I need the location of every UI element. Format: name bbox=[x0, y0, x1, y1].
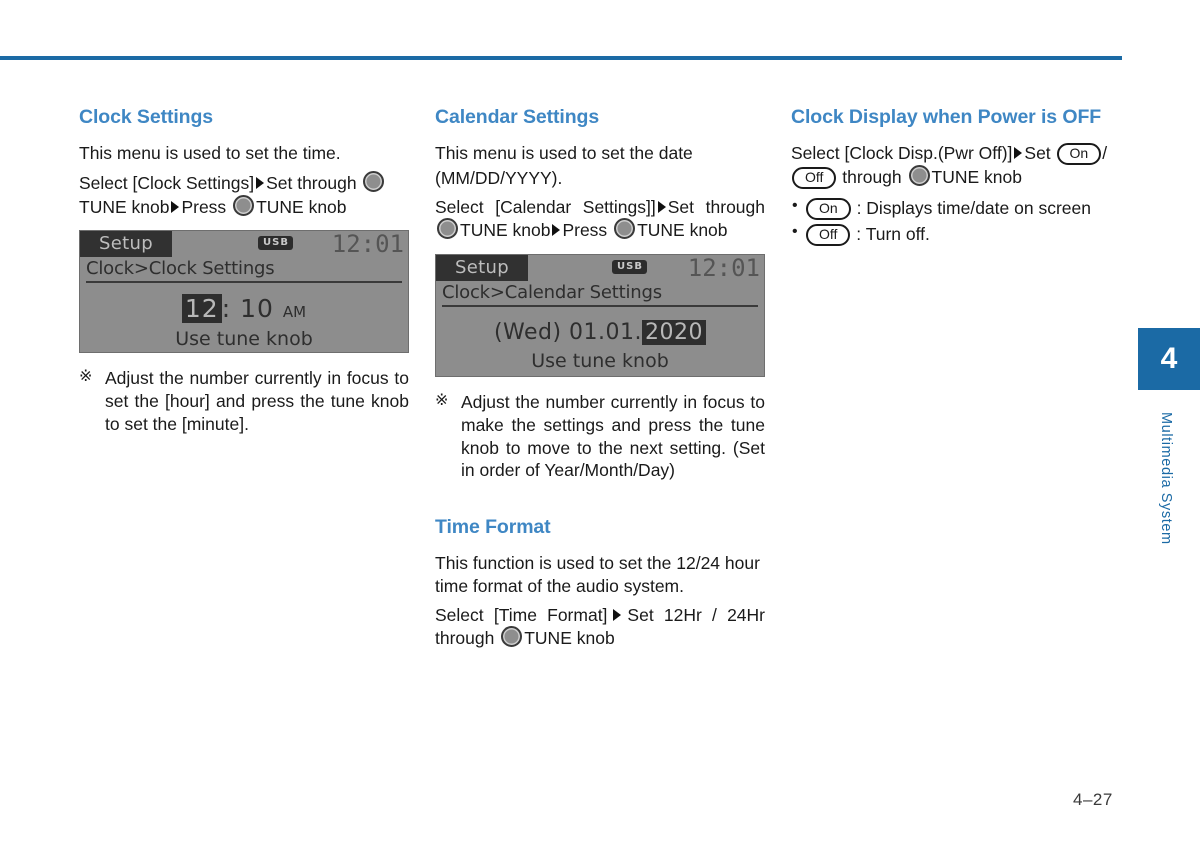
lcd-screenshot-clock-settings: Setup USB 12:01 Clock>Clock Settings 12:… bbox=[79, 230, 409, 354]
off-pill-button[interactable]: Off bbox=[792, 167, 837, 189]
chapter-label: Multimedia System bbox=[1158, 412, 1174, 545]
instruction-set: Set bbox=[1024, 143, 1051, 163]
lcd-hint: Use tune knob bbox=[531, 350, 669, 372]
tune-knob-icon bbox=[501, 626, 523, 648]
page-title-time-format: Time Format bbox=[435, 516, 551, 538]
instruction-select-text: Select [Clock Disp.(Pwr Off)] bbox=[791, 143, 1013, 163]
lcd-minute: 10 bbox=[240, 294, 274, 324]
on-pill-button[interactable]: On bbox=[1056, 143, 1102, 165]
lcd-ampm: AM bbox=[282, 303, 307, 322]
instruction-through: through bbox=[842, 167, 902, 187]
tune-knob-icon bbox=[614, 218, 636, 240]
instruction-tune-knob-2: TUNE knob bbox=[256, 196, 347, 217]
usb-badge-icon: USB bbox=[612, 260, 647, 274]
lcd-top-bar: Setup USB 12:01 bbox=[436, 254, 764, 282]
instruction-tune-knob: TUNE knob bbox=[524, 628, 615, 649]
note-mark-icon: ※ bbox=[79, 368, 93, 386]
calendar-settings-intro-line2: (MM/DD/YYYY). bbox=[435, 167, 563, 188]
tune-knob-icon bbox=[437, 218, 458, 240]
column-clock-display-power-off: Clock Display when Power is OFF Select [… bbox=[791, 106, 1121, 248]
lcd-breadcrumb: Clock>Clock Settings bbox=[86, 258, 275, 280]
clock-settings-intro: This menu is used to set the time. bbox=[79, 143, 341, 163]
note-mark-icon: ※ bbox=[435, 392, 449, 409]
lcd-setup-label: Setup bbox=[436, 255, 528, 281]
chapter-tab: 4 Multimedia System bbox=[1138, 328, 1200, 545]
pill-separator: / bbox=[1102, 143, 1108, 163]
page-columns: Clock Settings This menu is used to set … bbox=[0, 106, 1200, 806]
column-clock-settings: Clock Settings This menu is used to set … bbox=[79, 106, 409, 436]
page-title-clock-display-power-off: Clock Display when Power is OFF bbox=[791, 106, 1102, 128]
column-calendar-settings: Calendar Settings This menu is used to s… bbox=[435, 106, 765, 656]
lcd-breadcrumb: Clock>Calendar Settings bbox=[442, 282, 662, 303]
instruction-tune-knob: TUNE knob bbox=[931, 167, 1022, 187]
list-item: Off : Turn off. bbox=[791, 220, 1121, 247]
arrow-icon bbox=[613, 608, 622, 621]
lcd-date-prefix: (Wed) 01.01. bbox=[493, 320, 643, 345]
lcd-hour-highlighted: 12 bbox=[181, 294, 222, 324]
arrow-icon bbox=[1014, 147, 1023, 159]
instruction-tune-knob-2: TUNE knob bbox=[637, 220, 728, 241]
arrow-icon bbox=[657, 200, 666, 213]
header-rule bbox=[0, 56, 1122, 60]
lcd-time-value: 12: 10 AM bbox=[80, 294, 408, 324]
arrow-icon bbox=[256, 176, 265, 189]
lcd-screenshot-calendar-settings: Setup USB 12:01 Clock>Calendar Settings … bbox=[435, 254, 765, 377]
lcd-divider bbox=[442, 305, 758, 307]
arrow-icon bbox=[552, 224, 561, 237]
arrow-icon bbox=[171, 200, 180, 213]
tune-knob-icon bbox=[233, 194, 255, 216]
page-title-calendar-settings: Calendar Settings bbox=[435, 106, 600, 128]
instruction-select-text: Select [Calendar Settings]] bbox=[435, 196, 656, 217]
lcd-hint: Use tune knob bbox=[175, 328, 313, 351]
time-format-instruction: Select [Time Format] Set 12Hr / 24Hr thro… bbox=[435, 604, 765, 651]
lcd-date-value: (Wed) 01.01. 2020 bbox=[436, 320, 764, 345]
note-text: Adjust the number currently in focus to … bbox=[105, 368, 409, 434]
page-number: 4–27 bbox=[1073, 790, 1113, 809]
option-description: : Displays time/date on screen bbox=[856, 198, 1091, 218]
instruction-tune-knob-1: TUNE knob bbox=[79, 196, 170, 217]
lcd-year-highlighted: 2020 bbox=[642, 320, 707, 345]
instruction-select-text: Select [Time Format] bbox=[435, 604, 608, 625]
clock-display-options-list: On : Displays time/date on screen Off : … bbox=[791, 194, 1121, 248]
calendar-settings-instruction: Select [Calendar Settings]] Set through T… bbox=[435, 196, 765, 243]
chapter-number: 4 bbox=[1138, 328, 1200, 390]
list-item: On : Displays time/date on screen bbox=[791, 194, 1121, 221]
instruction-set-through: Set through bbox=[266, 172, 357, 193]
clock-display-instruction: Select [Clock Disp.(Pwr Off)] Set On / Off… bbox=[791, 142, 1121, 189]
clock-settings-instruction: Select [Clock Settings] Set through TUNE … bbox=[79, 170, 409, 219]
tune-knob-icon bbox=[908, 165, 930, 186]
page-title-clock-settings: Clock Settings bbox=[79, 106, 214, 128]
lcd-clock: 12:01 bbox=[331, 230, 404, 259]
instruction-set-through: Set through bbox=[667, 196, 766, 217]
calendar-settings-note: ※ Adjust the number currently in focus to… bbox=[435, 391, 765, 482]
clock-settings-note: ※ Adjust the number currently in focus to… bbox=[79, 367, 409, 435]
instruction-select-text: Select [Clock Settings] bbox=[79, 172, 255, 193]
time-format-intro: This function is used to set the 12/24 h… bbox=[435, 553, 760, 596]
lcd-top-bar: Setup USB 12:01 bbox=[80, 230, 408, 259]
calendar-settings-intro-line1: This menu is used to set the date bbox=[435, 143, 693, 163]
off-pill-button[interactable]: Off bbox=[806, 224, 851, 247]
option-description: : Turn off. bbox=[856, 224, 930, 245]
instruction-tune-knob-1: TUNE knob bbox=[460, 220, 551, 241]
note-text: Adjust the number currently in focus to … bbox=[461, 392, 765, 481]
lcd-divider bbox=[86, 281, 402, 284]
instruction-press: Press bbox=[181, 196, 227, 217]
lcd-clock: 12:01 bbox=[687, 254, 760, 282]
tune-knob-icon bbox=[363, 170, 385, 192]
lcd-setup-label: Setup bbox=[80, 231, 172, 258]
instruction-press: Press bbox=[562, 220, 608, 241]
on-pill-button[interactable]: On bbox=[806, 198, 851, 220]
lcd-time-separator: : bbox=[221, 294, 232, 324]
usb-badge-icon: USB bbox=[258, 236, 293, 251]
